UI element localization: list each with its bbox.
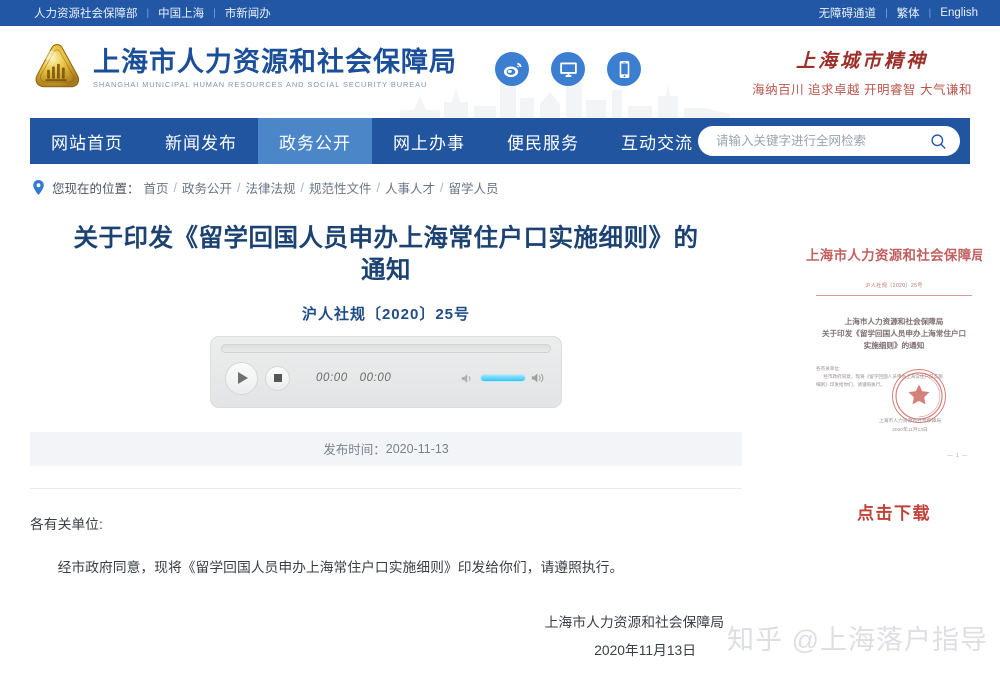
- primary-nav-wrapper: 网站首页 新闻发布 政务公开 网上办事 便民服务 互动交流: [0, 118, 1000, 164]
- search-icon[interactable]: [929, 132, 948, 151]
- topbar-separator: |: [146, 7, 150, 19]
- preview-signature: 上海市人力资源和社会保障局 2020年11月13日: [860, 417, 960, 435]
- audio-current-time: 00:00: [316, 372, 348, 385]
- breadcrumb-separator: /: [440, 180, 444, 195]
- breadcrumb-label: 您现在的位置：: [52, 182, 140, 196]
- site-masthead: 上海市人力资源和社会保障局 SHANGHAI MUNICIPAL HUMAN R…: [0, 26, 1000, 118]
- audio-progress-track[interactable]: [221, 343, 551, 353]
- audio-total-time: 00:00: [359, 372, 392, 385]
- city-spirit-slogan: 上海城市精神 海纳百川 追求卓越 开明睿智 大气谦和: [752, 46, 972, 98]
- audio-time-display: 00:00 00:00: [316, 372, 399, 384]
- topbar-left-links: 人力资源社会保障部 | 中国上海 | 市新闻办: [34, 5, 271, 21]
- article-signature: 上海市人力资源和社会保障局 2020年11月13日: [30, 609, 742, 666]
- social-links-group: [495, 52, 641, 86]
- signature-organization: 上海市人力资源和社会保障局: [544, 614, 724, 630]
- publish-info-strip: 发布时间： 2020-11-13: [30, 431, 742, 466]
- nav-item-news[interactable]: 新闻发布: [144, 118, 258, 164]
- breadcrumb-separator: /: [173, 180, 178, 195]
- topbar-link-china-shanghai[interactable]: 中国上海: [158, 5, 204, 21]
- volume-high-icon[interactable]: [531, 371, 547, 385]
- preview-title-line: 关于印发《留学回国人员申办上海常住户口: [821, 328, 967, 338]
- breadcrumb-item-laws-regulations[interactable]: 法律法规: [246, 178, 296, 197]
- preview-title: 上海市人力资源和社会保障局 关于印发《留学回国人员申办上海常住户口 实施细则》的…: [820, 316, 968, 351]
- mobile-site-button[interactable]: [607, 52, 641, 86]
- download-link[interactable]: 点击下载: [806, 499, 982, 524]
- spirit-title: 上海城市精神: [796, 51, 929, 72]
- stop-button[interactable]: [265, 365, 290, 391]
- signature-date: 2020年11月13日: [594, 642, 696, 658]
- site-brand[interactable]: 上海市人力资源和社会保障局 SHANGHAI MUNICIPAL HUMAN R…: [30, 40, 457, 94]
- spirit-subtitle: 海纳百川 追求卓越 开明睿智 大气谦和: [752, 83, 972, 97]
- volume-low-icon[interactable]: [461, 372, 475, 385]
- desktop-monitor-icon: [559, 62, 577, 77]
- weibo-button[interactable]: [495, 52, 529, 86]
- brand-name-en: SHANGHAI MUNICIPAL HUMAN RESOURCES AND S…: [93, 79, 428, 89]
- desktop-site-button[interactable]: [551, 52, 585, 86]
- topbar-link-english[interactable]: English: [940, 7, 978, 19]
- preview-document-number: 沪人社规〔2020〕25号: [865, 283, 923, 289]
- article-salutation: 各有关单位:: [30, 516, 103, 532]
- preview-title-line: 上海市人力资源和社会保障局: [844, 317, 944, 326]
- document-attachment-panel: 上海市人力资源和社会保障局 沪人社规〔2020〕25号 上海市人力资源和社会保障…: [806, 235, 982, 524]
- search-input[interactable]: [716, 134, 929, 148]
- topbar-link-press-office[interactable]: 市新闻办: [225, 5, 271, 21]
- shanghai-bureau-emblem-icon: [35, 44, 80, 88]
- page-title: 关于印发《留学回国人员申办上海常住户口实施细则》的通知: [73, 225, 699, 284]
- preview-letterhead: 上海市人力资源和社会保障局: [806, 248, 982, 263]
- site-search[interactable]: [698, 126, 960, 156]
- breadcrumb-item-overseas-students[interactable]: 留学人员: [449, 178, 499, 197]
- article-paragraph: 经市政府同意，现将《留学回国人员申办上海常住户口实施细则》印发给你们，请遵照执行…: [57, 559, 624, 575]
- topbar-link-traditional-chinese[interactable]: 繁体: [897, 5, 920, 21]
- brand-name-cn: 上海市人力资源和社会保障局: [93, 47, 457, 78]
- nav-item-public-services[interactable]: 便民服务: [486, 118, 600, 164]
- preview-page-marker: — 1 —: [947, 453, 968, 459]
- nav-item-interaction[interactable]: 互动交流: [600, 118, 714, 164]
- article-column: 关于印发《留学回国人员申办上海常住户口实施细则》的通知 沪人社规〔2020〕25…: [30, 223, 742, 665]
- official-red-seal-icon: [892, 369, 946, 423]
- location-pin-icon: [33, 180, 44, 195]
- preview-signature-date: 2020年11月13日: [892, 427, 928, 433]
- topbar-link-mohrss[interactable]: 人力资源社会保障部: [34, 5, 138, 21]
- topbar-separator: |: [928, 7, 932, 19]
- preview-title-line: 实施细则》的通知: [863, 340, 925, 350]
- breadcrumb-item-home[interactable]: 首页: [144, 178, 169, 197]
- primary-nav: 网站首页 新闻发布 政务公开 网上办事 便民服务 互动交流: [30, 118, 970, 164]
- document-preview-thumbnail[interactable]: 上海市人力资源和社会保障局 沪人社规〔2020〕25号 上海市人力资源和社会保障…: [806, 235, 982, 475]
- content-divider: [30, 487, 742, 489]
- breadcrumb: 您现在的位置： 首页 / 政务公开 / 法律法规 / 规范性文件 / 人事人才 …: [0, 164, 1000, 207]
- main-content: 关于印发《留学回国人员申办上海常住户口实施细则》的通知 沪人社规〔2020〕25…: [0, 223, 1000, 681]
- breadcrumb-separator: /: [376, 180, 381, 195]
- top-utility-bar: 人力资源社会保障部 | 中国上海 | 市新闻办 无障碍通道 | 繁体 | Eng…: [0, 0, 1000, 26]
- watermark: 知乎 @上海落户指导: [727, 625, 988, 655]
- audio-player[interactable]: 00:00 00:00: [210, 335, 562, 408]
- breadcrumb-separator: /: [237, 180, 241, 195]
- audio-volume-control[interactable]: [461, 371, 551, 385]
- breadcrumb-item-government-affairs[interactable]: 政务公开: [182, 178, 232, 197]
- nav-item-government-affairs[interactable]: 政务公开: [258, 118, 372, 164]
- play-icon: [238, 372, 248, 385]
- nav-item-online-services[interactable]: 网上办事: [372, 118, 486, 164]
- breadcrumb-item-normative-documents[interactable]: 规范性文件: [309, 178, 372, 197]
- topbar-separator: |: [213, 7, 216, 19]
- topbar-separator: |: [885, 7, 888, 19]
- article-body: 各有关单位: 经市政府同意，现将《留学回国人员申办上海常住户口实施细则》印发给你…: [30, 511, 742, 583]
- preview-signature-org: 上海市人力资源和社会保障局: [878, 418, 942, 424]
- volume-slider[interactable]: [480, 374, 526, 383]
- mobile-phone-icon: [619, 60, 629, 78]
- stop-icon: [273, 374, 282, 383]
- nav-item-home[interactable]: 网站首页: [30, 118, 144, 164]
- brand-text-block: 上海市人力资源和社会保障局 SHANGHAI MUNICIPAL HUMAN R…: [93, 45, 457, 89]
- preview-letterhead-rule: [816, 295, 972, 296]
- audio-controls-row: 00:00 00:00: [221, 361, 551, 395]
- document-number: 沪人社规〔2020〕25号: [301, 305, 471, 323]
- publish-time-label: 发布时间：: [323, 443, 386, 458]
- breadcrumb-separator: /: [300, 180, 305, 195]
- topbar-link-accessibility[interactable]: 无障碍通道: [819, 5, 877, 21]
- play-button[interactable]: [225, 361, 258, 395]
- topbar-right-links: 无障碍通道 | 繁体 | English: [819, 5, 978, 21]
- weibo-icon: [503, 62, 522, 77]
- publish-time-value: 2020-11-13: [385, 441, 449, 456]
- breadcrumb-item-personnel-talent[interactable]: 人事人才: [385, 178, 435, 197]
